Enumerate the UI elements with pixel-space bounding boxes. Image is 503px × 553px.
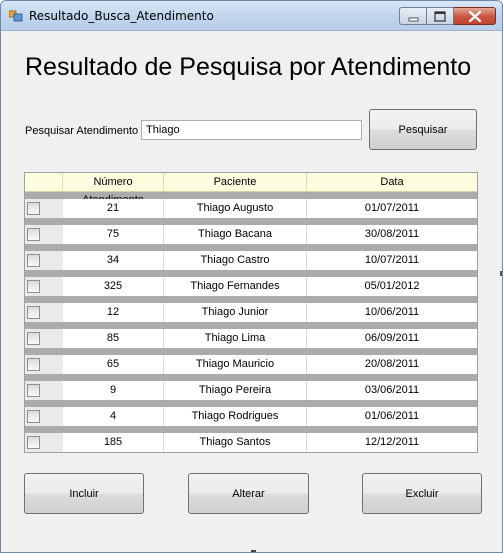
cell-numero[interactable]: 34 [63, 251, 164, 270]
row-checkbox[interactable] [27, 306, 40, 319]
excluir-button[interactable]: Excluir [362, 473, 482, 514]
table-row[interactable]: 9 Thiago Pereira 03/06/2011 [25, 381, 477, 400]
row-checkbox[interactable] [27, 254, 40, 267]
row-select-cell[interactable] [25, 381, 63, 400]
cell-paciente[interactable]: Thiago Bacana [164, 225, 307, 244]
row-select-cell[interactable] [25, 329, 63, 348]
cell-numero[interactable]: 75 [63, 225, 164, 244]
cell-paciente[interactable]: Thiago Junior [164, 303, 307, 322]
table-row[interactable]: 34 Thiago Castro 10/07/2011 [25, 251, 477, 270]
cell-data[interactable]: 10/06/2011 [307, 303, 477, 322]
page-title: Resultado de Pesquisa por Atendimento [25, 53, 472, 81]
grid-header: Número Atendimento Paciente Data [25, 173, 477, 206]
close-button[interactable] [454, 7, 496, 25]
row-select-cell[interactable] [25, 277, 63, 296]
cell-numero[interactable]: 65 [63, 355, 164, 374]
cell-numero[interactable]: 12 [63, 303, 164, 322]
app-window-icon [8, 10, 23, 22]
row-checkbox[interactable] [27, 280, 40, 293]
row-checkbox[interactable] [27, 358, 40, 371]
row-select-cell[interactable] [25, 433, 63, 452]
table-row[interactable]: 21 Thiago Augusto 01/07/2011 [25, 199, 477, 218]
cell-paciente[interactable]: Thiago Castro [164, 251, 307, 270]
resize-grip[interactable] [500, 271, 502, 276]
title-bar[interactable]: Resultado_Busca_Atendimento [1, 1, 502, 31]
row-checkbox[interactable] [27, 384, 40, 397]
cell-data[interactable]: 05/01/2012 [307, 277, 477, 296]
row-select-cell[interactable] [25, 303, 63, 322]
row-select-cell[interactable] [25, 225, 63, 244]
cell-data[interactable]: 12/12/2011 [307, 433, 477, 452]
cell-numero[interactable]: 9 [63, 381, 164, 400]
cell-numero[interactable]: 21 [63, 199, 164, 218]
row-checkbox[interactable] [27, 410, 40, 423]
cell-numero[interactable]: 85 [63, 329, 164, 348]
cell-data[interactable]: 03/06/2011 [307, 381, 477, 400]
search-label: Pesquisar Atendimento [25, 125, 139, 137]
table-row[interactable]: 65 Thiago Mauricio 20/08/2011 [25, 355, 477, 374]
minimize-button[interactable] [399, 7, 427, 25]
cell-data[interactable]: 01/06/2011 [307, 407, 477, 426]
header-paciente[interactable]: Paciente [164, 173, 307, 192]
row-checkbox[interactable] [27, 436, 40, 449]
cell-data[interactable]: 10/07/2011 [307, 251, 477, 270]
cell-numero[interactable]: 325 [63, 277, 164, 296]
row-checkbox[interactable] [27, 228, 40, 241]
close-icon [468, 10, 482, 23]
cell-data[interactable]: 01/07/2011 [307, 199, 477, 218]
table-row[interactable]: 185 Thiago Santos 12/12/2011 [25, 433, 477, 452]
table-row[interactable]: 85 Thiago Lima 06/09/2011 [25, 329, 477, 348]
row-select-cell[interactable] [25, 199, 63, 218]
table-row[interactable]: 12 Thiago Junior 10/06/2011 [25, 303, 477, 322]
cell-data[interactable]: 06/09/2011 [307, 329, 477, 348]
alterar-button[interactable]: Alterar [188, 473, 309, 514]
row-checkbox[interactable] [27, 332, 40, 345]
header-select-column[interactable] [25, 173, 63, 192]
cell-paciente[interactable]: Thiago Fernandes [164, 277, 307, 296]
header-data[interactable]: Data [307, 173, 477, 192]
cell-paciente[interactable]: Thiago Rodrigues [164, 407, 307, 426]
cell-numero[interactable]: 185 [63, 433, 164, 452]
cell-paciente[interactable]: Thiago Augusto [164, 199, 307, 218]
row-select-cell[interactable] [25, 251, 63, 270]
search-input[interactable] [141, 120, 362, 140]
search-button[interactable]: Pesquisar [369, 109, 477, 150]
header-numero-atendimento[interactable]: Número Atendimento [63, 173, 164, 206]
cell-data[interactable]: 30/08/2011 [307, 225, 477, 244]
cell-paciente[interactable]: Thiago Santos [164, 433, 307, 452]
window-title: Resultado_Busca_Atendimento [29, 9, 214, 23]
row-select-cell[interactable] [25, 355, 63, 374]
maximize-icon [434, 11, 446, 22]
cell-data[interactable]: 20/08/2011 [307, 355, 477, 374]
results-grid: Número Atendimento Paciente Data 21 Thia… [24, 172, 478, 453]
maximize-button[interactable] [427, 7, 454, 25]
incluir-button[interactable]: Incluir [24, 473, 144, 514]
row-select-cell[interactable] [25, 407, 63, 426]
cell-paciente[interactable]: Thiago Mauricio [164, 355, 307, 374]
row-checkbox[interactable] [27, 202, 40, 215]
app-window: Resultado_Busca_Atendimento Resultado de… [0, 0, 503, 553]
table-row[interactable]: 325 Thiago Fernandes 05/01/2012 [25, 277, 477, 296]
cell-numero[interactable]: 4 [63, 407, 164, 426]
table-row[interactable]: 75 Thiago Bacana 30/08/2011 [25, 225, 477, 244]
table-row[interactable]: 4 Thiago Rodrigues 01/06/2011 [25, 407, 477, 426]
cell-paciente[interactable]: Thiago Lima [164, 329, 307, 348]
cell-paciente[interactable]: Thiago Pereira [164, 381, 307, 400]
minimize-icon [408, 17, 419, 22]
